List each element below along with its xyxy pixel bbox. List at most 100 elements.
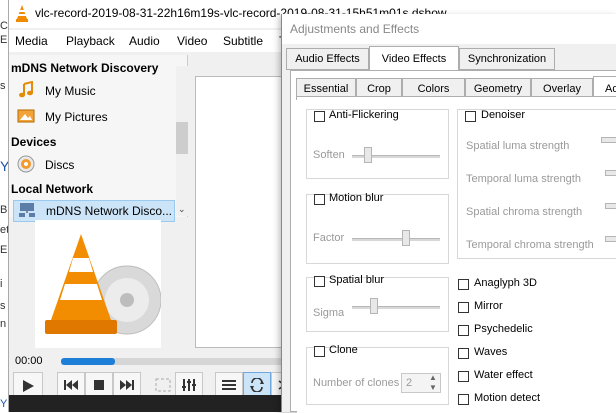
background-char: s [0, 80, 6, 92]
menu-subtitle[interactable]: Subtitle [223, 34, 263, 48]
background-char: n [0, 318, 7, 330]
music-note-icon [19, 81, 33, 98]
sidebar-item-mdns[interactable]: mDNS Network Disco... [13, 200, 175, 222]
soften-label: Soften [313, 149, 345, 161]
waves-label: Waves [474, 346, 508, 358]
waves-checkbox[interactable] [458, 348, 469, 359]
mirror-label: Mirror [474, 300, 503, 312]
vlc-artwork-icon [45, 234, 162, 335]
anaglyph-3d-label: Anaglyph 3D [474, 277, 537, 289]
seek-area: 00:00 [9, 352, 309, 372]
sidebar-item-label: My Pictures [45, 110, 108, 124]
number-of-clones-label: Number of clones [313, 377, 400, 389]
chevron-down-icon[interactable]: ⌄ [178, 204, 186, 215]
dialog-title: Adjustments and Effects [290, 22, 420, 36]
menu-video[interactable]: Video [177, 34, 207, 48]
sidebar-item-label: Discs [45, 158, 75, 172]
spatial-luma-slider[interactable] [601, 137, 616, 143]
sidebar-item-my-music[interactable]: My Music [17, 81, 177, 101]
sidebar-section-mdns: mDNS Network Discovery [11, 61, 159, 75]
vlc-menu-bar: Media Playback Audio Video Subtitle T [9, 30, 309, 52]
spatial-blur-label: Spatial blur [329, 274, 385, 286]
psychedelic-label: Psychedelic [474, 323, 533, 335]
playlist-icon [222, 380, 236, 390]
vlc-cone-icon [16, 5, 28, 22]
seek-bar-fill [61, 358, 115, 365]
stop-icon [94, 380, 104, 390]
album-artwork [35, 220, 162, 348]
background-char: C [0, 20, 8, 32]
sigma-slider-track[interactable] [352, 306, 440, 309]
motion-detect-label: Motion detect [474, 392, 541, 404]
motion-detect-checkbox[interactable] [458, 394, 469, 405]
sidebar-item-discs[interactable]: Discs [17, 155, 177, 175]
next-icon [120, 380, 134, 390]
mirror-checkbox[interactable] [458, 302, 469, 313]
temporal-luma-slider[interactable] [605, 170, 616, 176]
sidebar-item-label: My Music [45, 84, 96, 98]
motion-blur-group [306, 194, 449, 264]
previous-icon [64, 380, 78, 390]
spatial-chroma-label: Spatial chroma strength [466, 206, 583, 218]
spatial-blur-checkbox[interactable] [314, 276, 325, 287]
background-char: s [0, 300, 6, 312]
psychedelic-checkbox[interactable] [458, 325, 469, 336]
number-of-clones-spinbox[interactable]: 2 ▲ ▼ [401, 373, 441, 393]
temporal-chroma-label: Temporal chroma strength [466, 239, 594, 251]
clone-checkbox[interactable] [314, 346, 325, 357]
factor-slider-thumb[interactable] [401, 230, 410, 246]
spin-up-icon[interactable]: ▲ [429, 373, 437, 382]
picture-icon [17, 109, 35, 123]
tab-audio-effects[interactable]: Audio Effects [286, 48, 369, 70]
disc-icon [17, 155, 35, 173]
background-char: E [0, 34, 8, 46]
water-effect-label: Water effect [474, 369, 533, 381]
motion-blur-label: Motion blur [329, 192, 384, 204]
media-sidebar: mDNS Network Discovery My Music My Pictu… [9, 55, 188, 222]
sigma-label: Sigma [313, 307, 345, 319]
vlc-window: vlc-record-2019-08-31-22h16m19s-vlc-reco… [8, 0, 447, 412]
number-of-clones-value: 2 [406, 377, 413, 389]
scrollbar-thumb[interactable] [176, 122, 188, 154]
anti-flicker-checkbox[interactable] [314, 111, 325, 122]
sidebar-scrollbar[interactable]: ⌄ [176, 66, 188, 216]
denoiser-checkbox[interactable] [465, 111, 476, 122]
equalizer-icon [182, 379, 196, 391]
anaglyph-3d-checkbox[interactable] [458, 279, 469, 290]
sidebar-item-my-pictures[interactable]: My Pictures [17, 107, 177, 127]
vlc-title-bar[interactable]: vlc-record-2019-08-31-22h16m19s-vlc-reco… [9, 0, 447, 28]
fullscreen-icon [155, 378, 171, 392]
sigma-slider-thumb[interactable] [369, 298, 378, 314]
spin-down-icon[interactable]: ▼ [429, 383, 437, 392]
sidebar-item-label: mDNS Network Disco... [46, 204, 173, 218]
temporal-chroma-slider[interactable] [605, 236, 616, 242]
network-icon [19, 203, 35, 217]
spatial-luma-label: Spatial luma strength [466, 140, 570, 152]
menu-media[interactable]: Media [15, 34, 48, 48]
advanced-panel: Anti-Flickering Soften Motion blur Facto… [297, 96, 616, 413]
soften-slider-thumb[interactable] [364, 147, 372, 163]
factor-slider-track[interactable] [352, 238, 440, 241]
adjustments-dialog: Adjustments and Effects Audio Effects Vi… [281, 14, 616, 413]
motion-blur-checkbox[interactable] [314, 194, 325, 205]
background-char: B [0, 204, 8, 216]
tab-video-effects[interactable]: Video Effects [369, 46, 459, 71]
elapsed-time: 00:00 [15, 355, 43, 367]
menu-audio[interactable]: Audio [129, 34, 160, 48]
clone-label: Clone [329, 344, 358, 356]
tab-synchronization[interactable]: Synchronization [459, 48, 555, 70]
spatial-chroma-slider[interactable] [605, 203, 616, 209]
seek-bar[interactable] [61, 358, 305, 365]
water-effect-checkbox[interactable] [458, 371, 469, 382]
sidebar-section-local-network: Local Network [11, 182, 94, 196]
menu-playback[interactable]: Playback [66, 34, 115, 48]
loop-icon [250, 378, 264, 392]
anti-flicker-label: Anti-Flickering [329, 109, 399, 121]
background-char: E [0, 244, 8, 256]
play-icon [23, 380, 34, 392]
factor-label: Factor [313, 232, 345, 244]
background-char: Y [0, 398, 8, 410]
sidebar-section-devices: Devices [11, 135, 57, 149]
dialog-title-bar[interactable]: Adjustments and Effects [282, 14, 616, 44]
background-char: i [0, 278, 3, 290]
